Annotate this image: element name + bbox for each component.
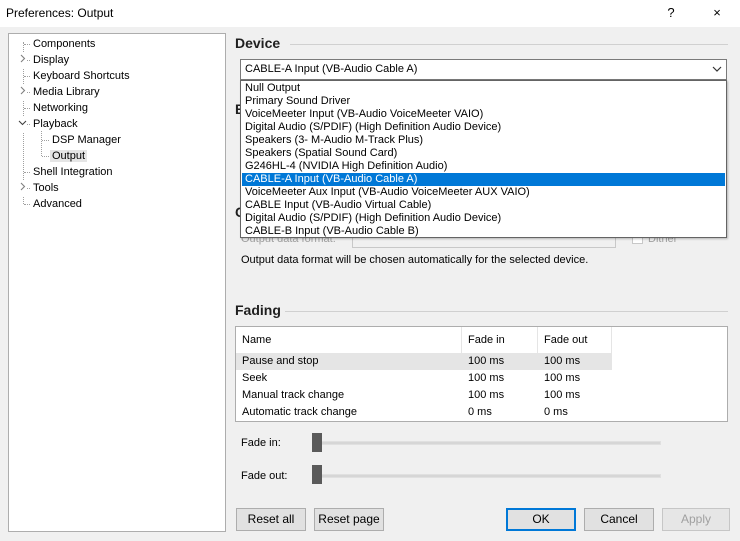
close-button[interactable]: × [706,4,728,22]
tree-guide [41,131,42,156]
tree-item-label: Components [33,38,96,50]
tree-item[interactable]: Shell Integration [31,164,115,180]
table-row[interactable]: Pause and stop 100 ms 100 ms [236,353,612,370]
table-cell: 100 ms [544,389,581,401]
tree-item-label: Display [33,54,70,66]
window-title: Preferences: Output [6,6,114,20]
fade-out-slider-track[interactable] [316,474,661,478]
table-row[interactable]: Seek 100 ms 100 ms [236,370,612,387]
table-row[interactable]: Automatic track change 0 ms 0 ms [236,404,612,421]
table-cell: 100 ms [468,389,505,401]
tree-item[interactable]: Display [31,52,71,68]
device-dropdown-list[interactable]: Null Output Primary Sound Driver VoiceMeet… [240,80,727,238]
fade-in-slider-thumb[interactable] [312,433,322,452]
device-option[interactable]: Digital Audio (S/PDIF) (High Definition … [242,121,725,134]
tree-item[interactable]: Keyboard Shortcuts [31,68,132,84]
help-button[interactable]: ? [660,4,682,22]
device-combobox[interactable]: CABLE-A Input (VB-Audio Cable A) [240,59,727,80]
tree-item-label: Output [50,150,88,162]
tree-item-label: Networking [33,102,89,114]
tree-item-label: Advanced [33,198,82,210]
table-cell: Pause and stop [242,355,319,367]
tree-item[interactable]: Tools [31,180,61,196]
title-bar: Preferences: Output ? × [0,0,740,27]
reset-page-button[interactable]: Reset page [314,508,384,531]
fading-section-title: Fading [235,302,281,318]
device-option[interactable]: Speakers (Spatial Sound Card) [242,147,725,160]
table-cell: 100 ms [468,355,505,367]
tree-item-label: Media Library [33,86,100,98]
tree-guide [24,204,30,205]
reset-all-button[interactable]: Reset all [236,508,306,531]
tree-item[interactable]: DSP Manager [50,132,123,148]
preferences-tree[interactable]: Components Display Keyboard Shortcuts Media… [8,33,226,532]
column-header-fade-in[interactable]: Fade in [462,327,538,353]
device-combobox-value: CABLE-A Input (VB-Audio Cable A) [245,63,418,75]
device-option[interactable]: CABLE-A Input (VB-Audio Cable A) [242,173,725,186]
chevron-down-icon[interactable] [712,62,722,79]
device-option[interactable]: CABLE-B Input (VB-Audio Cable B) [242,225,725,238]
device-section-title: Device [235,35,281,51]
table-cell: Seek [242,372,268,384]
table-cell: 0 ms [468,406,492,418]
output-format-description: Output data format will be chosen automa… [241,254,589,266]
tree-item[interactable]: Components [31,36,97,52]
device-option[interactable]: Primary Sound Driver [242,95,725,108]
column-header-fade-out[interactable]: Fade out [538,327,612,353]
section-divider [290,44,728,45]
table-cell: 100 ms [544,355,581,367]
tree-item[interactable]: Advanced [31,196,84,212]
chevron-down-icon[interactable] [18,116,27,132]
table-cell: 100 ms [544,372,581,384]
table-cell: Automatic track change [242,406,357,418]
column-header-name[interactable]: Name [236,327,462,353]
tree-item-label: Playback [33,118,78,130]
chevron-right-icon[interactable] [18,180,27,196]
tree-item-label: Keyboard Shortcuts [33,70,130,82]
device-option[interactable]: Digital Audio (S/PDIF) (High Definition … [242,212,725,225]
table-cell: Manual track change [242,389,345,401]
tree-guide [24,108,30,109]
tree-guide [24,172,30,173]
device-option[interactable]: VoiceMeeter Input (VB-Audio VoiceMeeter … [242,108,725,121]
tree-item[interactable]: Playback [31,116,80,132]
tree-item[interactable]: Output [50,148,88,164]
fade-in-label: Fade in: [241,437,281,449]
tree-item-label: Shell Integration [33,166,113,178]
fade-out-slider-thumb[interactable] [312,465,322,484]
chevron-right-icon[interactable] [18,84,27,100]
tree-guide [42,156,49,157]
tree-guide [42,140,49,141]
device-option[interactable]: VoiceMeeter Aux Input (VB-Audio VoiceMee… [242,186,725,199]
tree-item[interactable]: Networking [31,100,90,116]
tree-item-label: Tools [33,182,59,194]
apply-button: Apply [662,508,730,531]
device-option[interactable]: Speakers (3- M-Audio M-Track Plus) [242,134,725,147]
tree-guide [24,44,30,45]
device-option[interactable]: G246HL-4 (NVIDIA High Definition Audio) [242,160,725,173]
table-row[interactable]: Manual track change 100 ms 100 ms [236,387,612,404]
ok-button[interactable]: OK [506,508,576,531]
device-option[interactable]: CABLE Input (VB-Audio Virtual Cable) [242,199,725,212]
table-cell: 100 ms [468,372,505,384]
tree-guide [24,76,30,77]
fade-in-slider-track[interactable] [316,441,661,445]
chevron-right-icon[interactable] [18,52,27,68]
tree-item[interactable]: Media Library [31,84,102,100]
device-option[interactable]: Null Output [242,82,725,95]
section-divider [285,311,728,312]
cancel-button[interactable]: Cancel [584,508,654,531]
tree-item-label: DSP Manager [52,134,121,146]
fade-out-label: Fade out: [241,470,288,482]
table-cell: 0 ms [544,406,568,418]
fading-table[interactable]: Name Fade in Fade out Pause and stop 100 … [235,326,728,422]
